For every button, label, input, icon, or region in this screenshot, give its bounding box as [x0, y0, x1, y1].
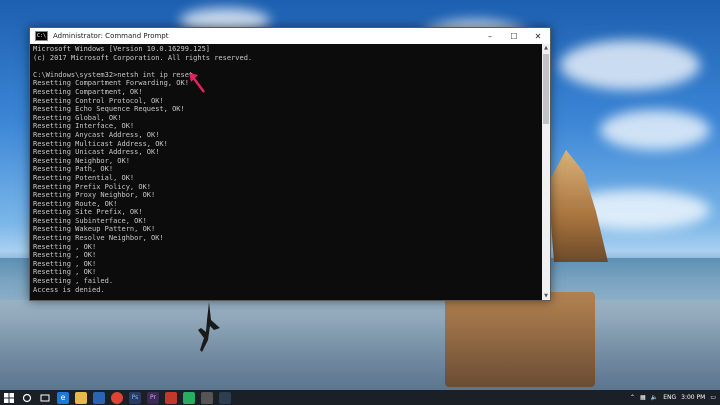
task-view-icon[interactable] [39, 392, 51, 404]
file-explorer-icon[interactable] [75, 391, 87, 404]
diver-figure [198, 302, 220, 352]
windows-start-icon[interactable] [3, 392, 15, 404]
app-icon[interactable] [183, 391, 195, 404]
window-title: Administrator: Command Prompt [53, 32, 169, 40]
cortana-icon[interactable] [21, 392, 33, 404]
console-line: Resetting Neighbor, OK! [33, 156, 130, 165]
console-line: Resetting Subinterface, OK! [33, 216, 147, 225]
minimize-button[interactable]: – [478, 28, 502, 44]
console-line: Resetting Site Prefix, OK! [33, 208, 143, 217]
network-icon[interactable]: ▦ [640, 394, 646, 401]
window-titlebar[interactable]: C:\ Administrator: Command Prompt – ☐ ✕ [30, 28, 550, 44]
system-tray: ⌃ ▦ 🔈 ENG 3:00 PM ▭ [630, 390, 716, 405]
annotation-arrow-icon [189, 73, 205, 93]
app-icon[interactable] [201, 391, 213, 404]
chrome-icon[interactable] [111, 391, 123, 404]
shore [0, 300, 720, 390]
photoshop-icon[interactable]: Ps [129, 391, 141, 404]
scroll-up-arrow-icon[interactable]: ▲ [542, 44, 550, 52]
vertical-scrollbar[interactable]: ▲ ▼ [542, 44, 550, 300]
console-line: Access is denied. [33, 285, 105, 294]
console-line: C:\Windows\system32>netsh int ip reset [33, 70, 194, 79]
console-output[interactable]: Microsoft Windows [Version 10.0.16299.12… [30, 44, 542, 300]
console-line: Resetting , failed. [33, 277, 114, 286]
notification-icon[interactable]: ▭ [710, 394, 716, 401]
console-line: Resetting Multicast Address, OK! [33, 139, 168, 148]
console-line: Resetting Unicast Address, OK! [33, 148, 160, 157]
console-line: Resetting Wakeup Pattern, OK! [33, 225, 156, 234]
console-line: Resetting Anycast Address, OK! [33, 130, 160, 139]
cliff-reflection [445, 292, 595, 387]
language-indicator[interactable]: ENG [663, 394, 676, 401]
clock[interactable]: 3:00 PM [681, 394, 705, 401]
console-line: (c) 2017 Microsoft Corporation. All righ… [33, 53, 253, 62]
console-line: Resetting Interface, OK! [33, 122, 135, 131]
app-icon[interactable] [219, 391, 231, 404]
console-line: Resetting Control Protocol, OK! [33, 96, 164, 105]
console-line: Resetting Prefix Policy, OK! [33, 182, 152, 191]
edge-icon[interactable]: e [57, 391, 69, 404]
volume-icon[interactable]: 🔈 [651, 394, 658, 401]
app-icon[interactable] [165, 391, 177, 404]
console-line: Resetting Potential, OK! [33, 173, 135, 182]
maximize-button[interactable]: ☐ [502, 28, 526, 44]
console-line: Resetting Proxy Neighbor, OK! [33, 191, 156, 200]
scroll-down-arrow-icon[interactable]: ▼ [542, 292, 550, 300]
console-line: Resetting Route, OK! [33, 199, 118, 208]
taskbar: e Ps Pr ⌃ ▦ 🔈 ENG 3:00 PM ▭ [0, 390, 720, 405]
chevron-up-icon[interactable]: ⌃ [630, 394, 635, 401]
console-line: Resetting , OK! [33, 268, 97, 277]
console-line: Resetting Global, OK! [33, 113, 122, 122]
console-line: Resetting , OK! [33, 251, 97, 260]
store-icon[interactable] [93, 391, 105, 404]
console-line: Microsoft Windows [Version 10.0.16299.12… [33, 45, 211, 53]
console-line: Resetting , OK! [33, 259, 97, 268]
premiere-icon[interactable]: Pr [147, 391, 159, 404]
console-line: Resetting , OK! [33, 242, 97, 251]
console-line: Resetting Resolve Neighbor, OK! [33, 234, 164, 243]
scroll-thumb[interactable] [543, 54, 549, 124]
console-line: Resetting Compartment Forwarding, OK! [33, 79, 189, 88]
console-line: Resetting Compartment, OK! [33, 87, 143, 96]
console-line: Resetting Echo Sequence Request, OK! [33, 105, 185, 114]
command-prompt-window[interactable]: C:\ Administrator: Command Prompt – ☐ ✕ … [29, 27, 551, 301]
cmd-icon: C:\ [35, 31, 48, 41]
console-line: Resetting Path, OK! [33, 165, 114, 174]
close-button[interactable]: ✕ [526, 28, 550, 44]
